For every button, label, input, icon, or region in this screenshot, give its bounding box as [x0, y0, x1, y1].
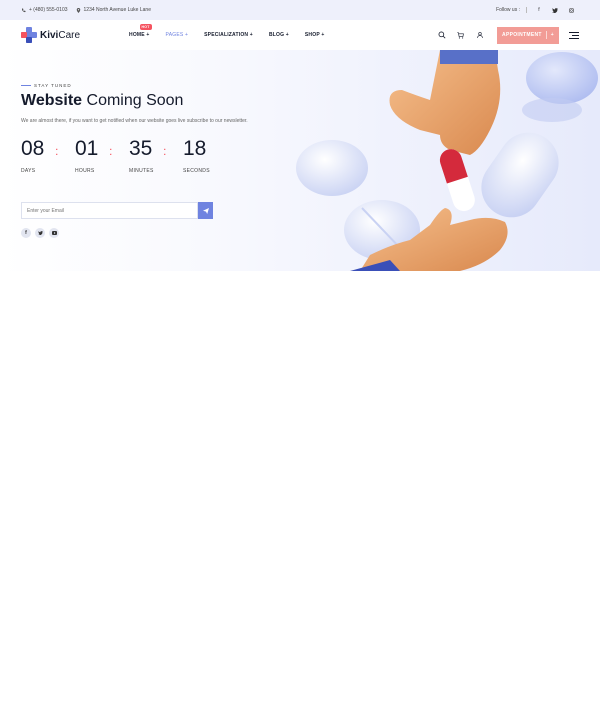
nav-item-shop[interactable]: SHOP +	[305, 32, 325, 38]
main-header: KiviCare HOME + HOT PAGES + SPECIALIZATI…	[0, 20, 600, 50]
title-bold: Website	[21, 92, 83, 109]
hero-subtitle: We are almost there, if you want to get …	[21, 118, 248, 124]
logo-text-care: Care	[58, 29, 81, 41]
user-icon[interactable]	[470, 32, 489, 38]
countdown-seconds: 18 SECONDS	[183, 137, 237, 174]
phone-icon	[22, 8, 26, 12]
countdown-hours: 01 HOURS	[75, 137, 129, 174]
countdown-label: MINUTES	[129, 168, 154, 174]
nav-item-specialization[interactable]: SPECIALIZATION +	[204, 32, 253, 38]
hero-social-links: f	[21, 228, 63, 238]
plus-icon: +	[550, 32, 554, 38]
countdown-value: 01	[75, 137, 99, 160]
youtube-icon[interactable]	[49, 228, 59, 238]
countdown-minutes: 35 MINUTES	[129, 137, 183, 174]
countdown-label: DAYS	[21, 168, 36, 174]
hero-section: STAY TUNED Website Coming Soon We are al…	[0, 50, 600, 271]
instagram-icon[interactable]	[563, 7, 579, 13]
countdown-timer: 08 DAYS 01 HOURS 35 MINUTES 18 SECONDS ·…	[21, 137, 237, 174]
countdown-separator: · ·	[55, 145, 59, 159]
countdown-days: 08 DAYS	[21, 137, 75, 174]
countdown-separator: · ·	[109, 145, 113, 159]
page-title: Website Coming Soon	[21, 92, 183, 110]
search-icon[interactable]	[432, 31, 451, 39]
nav-item-home[interactable]: HOME + HOT	[129, 24, 152, 38]
logo-text-kivi: Kivi	[40, 29, 59, 41]
kivicare-logo[interactable]: KiviCare	[21, 27, 80, 43]
follow-us-label: Follow us :	[496, 7, 520, 13]
nav-home-label: HOME +	[129, 32, 150, 38]
logo-cross-icon	[21, 27, 37, 43]
countdown-value: 08	[21, 137, 45, 160]
countdown-label: HOURS	[75, 168, 95, 174]
nav-item-blog[interactable]: BLOG +	[269, 32, 289, 38]
cart-icon[interactable]	[451, 31, 470, 39]
main-nav: HOME + HOT PAGES + SPECIALIZATION + BLOG…	[129, 24, 340, 38]
address-text: 1234 North Avenue Luke Lane	[83, 7, 151, 13]
twitter-icon[interactable]	[547, 7, 563, 13]
twitter-icon[interactable]	[35, 228, 45, 238]
eyebrow-line	[21, 85, 31, 86]
countdown-label: SECONDS	[183, 168, 210, 174]
eyebrow: STAY TUNED	[21, 83, 72, 88]
countdown-value: 35	[129, 137, 153, 160]
nav-item-pages[interactable]: PAGES +	[166, 32, 189, 38]
title-rest: Coming Soon	[82, 92, 184, 109]
hot-badge: HOT	[139, 24, 152, 30]
location-pin-icon	[76, 7, 80, 13]
eyebrow-text: STAY TUNED	[34, 83, 72, 88]
appointment-button[interactable]: APPOINTMENT +	[497, 26, 559, 44]
top-bar: + (480) 555-0103 1234 North Avenue Luke …	[0, 0, 600, 20]
divider	[526, 7, 527, 13]
send-icon	[202, 207, 209, 214]
subscribe-button[interactable]	[198, 202, 213, 219]
facebook-icon[interactable]: f	[21, 228, 31, 238]
address-info: 1234 North Avenue Luke Lane	[76, 7, 151, 13]
hands-pill-illustration	[296, 50, 598, 271]
logo-text: KiviCare	[40, 30, 80, 41]
phone-info[interactable]: + (480) 555-0103	[21, 7, 68, 13]
phone-number: + (480) 555-0103	[29, 7, 68, 13]
email-input[interactable]	[21, 202, 198, 219]
countdown-value: 18	[183, 137, 207, 160]
facebook-icon[interactable]: f	[531, 7, 547, 13]
appointment-label: APPOINTMENT	[502, 32, 542, 38]
countdown-separator: · ·	[163, 145, 167, 159]
hamburger-menu-icon[interactable]	[569, 31, 579, 39]
divider	[545, 31, 547, 39]
